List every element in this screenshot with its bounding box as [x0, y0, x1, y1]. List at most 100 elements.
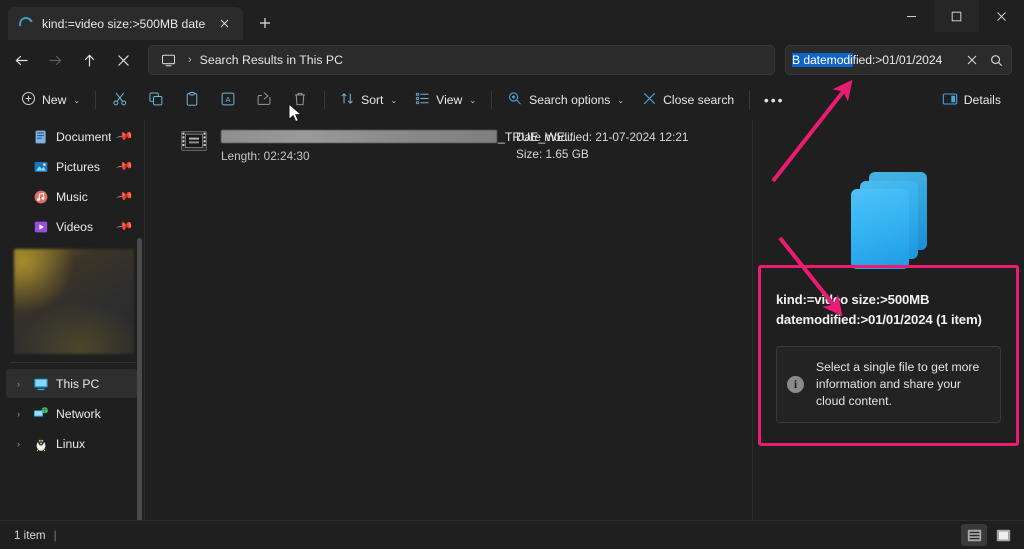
command-bar: New ⌄ A — [0, 80, 1024, 120]
breadcrumb-separator: › — [186, 54, 194, 66]
toolbar-divider-3 — [491, 91, 492, 109]
navigation-pane[interactable]: Documents 📌 Pictures 📌 Music 📌 — [0, 120, 145, 520]
copy-button[interactable] — [138, 85, 174, 115]
toolbar-divider-4 — [749, 91, 750, 109]
file-list[interactable]: _TRUE_WE... Length: 02:24:30 Date modifi… — [145, 120, 753, 520]
search-misspelled-text: fied — [853, 53, 872, 67]
address-bar-row: › Search Results in This PC B datemodifi… — [0, 40, 1024, 80]
tab-title: kind:=video size:>500MB date — [42, 17, 205, 31]
chevron-right-icon-network[interactable]: › — [12, 409, 25, 419]
loading-spinner-icon — [17, 14, 36, 33]
forward-button[interactable] — [38, 44, 72, 76]
view-button[interactable]: View ⌄ — [406, 85, 485, 115]
sidebar-item-documents[interactable]: Documents 📌 — [6, 122, 138, 151]
details-query-title: kind:=video size:>500MB datemodified:>01… — [776, 290, 1001, 330]
sidebar-item-pictures[interactable]: Pictures 📌 — [6, 152, 138, 181]
details-view-icon[interactable] — [961, 524, 987, 546]
this-pc-icon — [32, 375, 49, 392]
new-tab-button[interactable] — [250, 8, 280, 38]
new-button[interactable]: New ⌄ — [12, 85, 89, 115]
chevron-right-icon-linux[interactable]: › — [12, 439, 25, 449]
close-button[interactable] — [979, 0, 1024, 32]
chevron-down-icon: ⌄ — [73, 96, 80, 105]
maximize-button[interactable] — [934, 0, 979, 32]
plus-circle-icon — [21, 91, 36, 109]
redacted-file-name — [221, 130, 497, 143]
search-box[interactable]: B datemodified:>01/01/2024 — [785, 45, 1012, 75]
linux-icon — [32, 435, 49, 452]
clipboard-icon — [184, 91, 200, 110]
file-date-modified: Date modified: 21-07-2024 12:21 — [516, 129, 738, 146]
scissors-icon — [112, 91, 128, 110]
sidebar-item-linux[interactable]: › Linux — [6, 429, 138, 458]
close-icon[interactable] — [214, 14, 234, 34]
file-name-block: _TRUE_WE... Length: 02:24:30 — [221, 128, 506, 163]
search-options-button[interactable]: Search options ⌄ — [498, 85, 633, 115]
chevron-down-icon-sort: ⌄ — [390, 96, 397, 105]
sidebar-label-this-pc: This PC — [56, 377, 132, 391]
sort-button[interactable]: Sort ⌄ — [331, 85, 406, 115]
stop-refresh-button[interactable] — [106, 44, 140, 76]
svg-text:A: A — [226, 95, 231, 104]
details-pane-button[interactable]: Details — [933, 85, 1010, 115]
search-clear-icon[interactable] — [961, 48, 983, 72]
chevron-right-icon-this-pc[interactable]: › — [12, 379, 25, 389]
music-icon — [32, 188, 49, 205]
sidebar-item-videos[interactable]: Videos 📌 — [6, 212, 138, 241]
details-info-text: Select a single file to get more informa… — [816, 359, 988, 410]
file-size: Size: 1.65 GB — [516, 146, 738, 163]
overflow-menu-button[interactable]: ••• — [756, 85, 792, 115]
paste-button[interactable] — [174, 85, 210, 115]
pin-icon-pictures[interactable]: 📌 — [116, 157, 135, 176]
search-settings-icon — [507, 91, 523, 110]
pin-icon-videos[interactable]: 📌 — [116, 217, 135, 236]
file-name-line: _TRUE_WE... — [221, 128, 506, 145]
file-list-row[interactable]: _TRUE_WE... Length: 02:24:30 Date modifi… — [145, 120, 752, 172]
overflow-dots-icon: ••• — [764, 92, 785, 108]
chevron-down-icon-searchopts: ⌄ — [617, 96, 624, 105]
back-button[interactable] — [4, 44, 38, 76]
sidebar-item-network[interactable]: › Network — [6, 399, 138, 428]
details-pane: kind:=video size:>500MB datemodified:>01… — [753, 120, 1024, 520]
sidebar-divider — [10, 362, 136, 363]
up-button[interactable] — [72, 44, 106, 76]
search-selected-text: B datemodi — [792, 53, 853, 67]
documents-icon — [32, 128, 49, 145]
cut-button[interactable] — [102, 85, 138, 115]
sidebar-label-network: Network — [56, 407, 132, 421]
large-icons-view-icon[interactable] — [990, 524, 1016, 546]
this-pc-monitor-icon — [157, 53, 180, 68]
sidebar-item-music[interactable]: Music 📌 — [6, 182, 138, 211]
search-icon[interactable] — [985, 48, 1007, 72]
sort-arrows-icon — [340, 91, 355, 109]
sidebar-scrollbar[interactable] — [137, 238, 142, 520]
info-icon: i — [787, 376, 804, 393]
share-button[interactable] — [246, 85, 282, 115]
tab-strip: kind:=video size:>500MB date — [0, 0, 280, 40]
chevron-down-icon-view: ⌄ — [469, 96, 476, 105]
status-bar: 1 item | — [0, 520, 1024, 549]
pin-icon[interactable]: 📌 — [116, 127, 135, 146]
search-input[interactable]: B datemodified:>01/01/2024 — [792, 53, 959, 67]
sidebar-label-videos: Videos — [56, 220, 111, 234]
rename-button[interactable]: A — [210, 85, 246, 115]
copy-icon — [148, 91, 164, 110]
rename-icon: A — [220, 91, 236, 110]
network-icon — [32, 405, 49, 422]
minimize-button[interactable] — [889, 0, 934, 32]
mouse-pointer-icon — [288, 103, 304, 125]
sidebar-item-this-pc[interactable]: › This PC — [6, 369, 138, 398]
breadcrumb[interactable]: › Search Results in This PC — [148, 45, 775, 75]
close-search-button[interactable]: Close search — [633, 85, 743, 115]
sidebar-label-music: Music — [56, 190, 111, 204]
file-length: Length: 02:24:30 — [221, 149, 506, 163]
pin-icon-music[interactable]: 📌 — [116, 187, 135, 206]
sort-button-label: Sort — [361, 93, 383, 107]
sidebar-label-linux: Linux — [56, 437, 132, 451]
status-separator: | — [46, 529, 65, 542]
sidebar-label-documents: Documents — [56, 130, 111, 144]
browser-tab[interactable]: kind:=video size:>500MB date — [8, 7, 243, 40]
multiple-files-stack-icon — [851, 172, 927, 268]
view-list-icon — [415, 91, 430, 109]
window-controls — [889, 0, 1024, 40]
